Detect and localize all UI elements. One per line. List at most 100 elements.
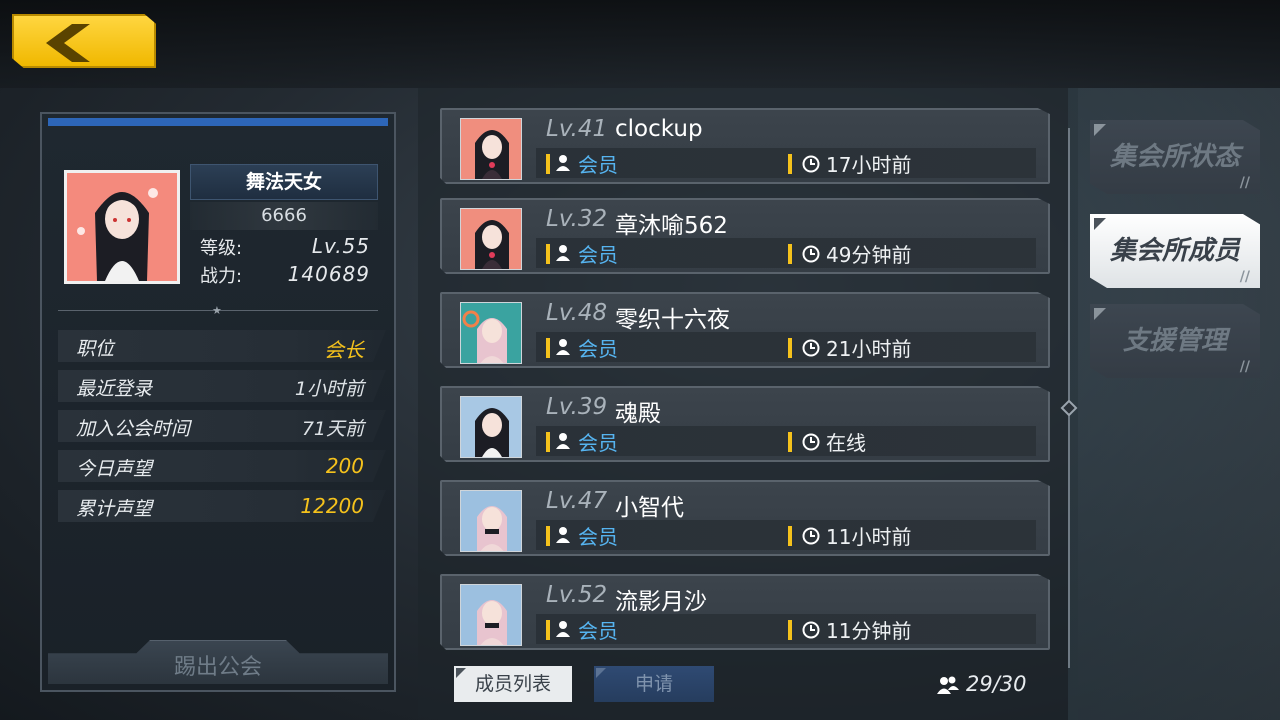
- person-icon: [556, 155, 570, 171]
- member-avatar: [460, 490, 522, 552]
- profile-id: 6666: [190, 202, 378, 230]
- person-icon: [556, 339, 570, 355]
- info-value: 会长: [324, 338, 364, 362]
- accent-bar: [788, 154, 792, 174]
- tab-label: 支援管理: [1122, 326, 1227, 356]
- member-status-bar: 会员 21小时前: [536, 332, 1036, 362]
- member-row[interactable]: Lv.52 流影月沙 会员 11分钟前: [440, 574, 1050, 650]
- accent-bar: [788, 526, 792, 546]
- member-last-seen: 17小时前: [826, 153, 912, 177]
- person-icon: [556, 621, 570, 637]
- tab-guild-status[interactable]: 集会所状态 //: [1090, 120, 1260, 194]
- member-last-seen: 在线: [826, 431, 866, 455]
- scrollbar-track[interactable]: [1068, 128, 1070, 668]
- info-row-join-time: 加入公会时间 71天前: [58, 410, 386, 442]
- member-row[interactable]: Lv.41 clockup 会员 17小时前: [440, 108, 1050, 184]
- member-profile-panel: 舞法天女 6666 等级: Lv.55 战力: 140689 ★ 职位 会长 最…: [40, 112, 396, 692]
- member-count: 29/30: [936, 672, 1027, 696]
- member-count-value: 29/30: [966, 672, 1027, 696]
- member-row[interactable]: Lv.39 魂殿 会员 在线: [440, 386, 1050, 462]
- clock-icon: [802, 245, 820, 263]
- member-level: Lv.47: [546, 488, 608, 514]
- tab-applications[interactable]: 申请: [594, 666, 714, 702]
- member-name: 流影月沙: [615, 589, 707, 615]
- member-level: Lv.39: [546, 394, 608, 420]
- info-label: 累计声望: [76, 498, 153, 520]
- person-icon: [556, 433, 570, 449]
- member-name: 零织十六夜: [615, 307, 730, 333]
- top-bar: [0, 0, 1280, 88]
- tab-guild-members[interactable]: 集会所成员 //: [1090, 214, 1260, 288]
- kick-from-guild-button[interactable]: 踢出公会: [48, 640, 388, 684]
- member-name: 小智代: [615, 495, 684, 521]
- accent-bar: [546, 432, 550, 452]
- tab-label: 集会所状态: [1109, 142, 1240, 172]
- info-row-position: 职位 会长: [58, 330, 386, 362]
- group-icon: [937, 676, 959, 694]
- tab-member-list[interactable]: 成员列表: [454, 666, 572, 702]
- accent-bar: [546, 244, 550, 264]
- chevron-left-icon: [46, 24, 90, 62]
- tab-label: 集会所成员: [1109, 236, 1240, 266]
- info-value: 200: [325, 454, 364, 478]
- member-avatar: [460, 118, 522, 180]
- member-status-bar: 会员 在线: [536, 426, 1036, 456]
- info-row-today-reputation: 今日声望 200: [58, 450, 386, 482]
- member-level: Lv.41: [546, 116, 608, 142]
- accent-bar: [546, 526, 550, 546]
- member-last-seen: 11分钟前: [826, 619, 912, 643]
- member-level: Lv.32: [546, 206, 608, 232]
- member-avatar: [460, 208, 522, 270]
- star-icon: ★: [212, 304, 222, 317]
- info-row-last-login: 最近登录 1小时前: [58, 370, 386, 402]
- info-row-total-reputation: 累计声望 12200: [58, 490, 386, 522]
- power-label: 战力:: [200, 266, 243, 287]
- member-last-seen: 49分钟前: [826, 243, 912, 267]
- power-value: 140689: [287, 262, 370, 286]
- tab-support-management[interactable]: 支援管理 //: [1090, 304, 1260, 378]
- corner-mark: [1094, 124, 1106, 136]
- member-row[interactable]: Lv.32 章沐喻562 会员 49分钟前: [440, 198, 1050, 274]
- member-avatar: [460, 584, 522, 646]
- accent-bar: [788, 338, 792, 358]
- member-name: 魂殿: [615, 401, 661, 427]
- member-name: 章沐喻562: [615, 213, 728, 239]
- profile-name: 舞法天女: [190, 164, 378, 200]
- info-value: 1小时前: [294, 378, 364, 400]
- member-role: 会员: [578, 337, 618, 361]
- member-status-bar: 会员 49分钟前: [536, 238, 1036, 268]
- member-status-bar: 会员 11分钟前: [536, 614, 1036, 644]
- back-button[interactable]: [12, 14, 156, 68]
- tab-label: 申请: [634, 673, 673, 695]
- accent-bar: [546, 620, 550, 640]
- member-role: 会员: [578, 619, 618, 643]
- member-status-bar: 会员 11小时前: [536, 520, 1036, 550]
- clock-icon: [802, 621, 820, 639]
- member-role: 会员: [578, 525, 618, 549]
- tab-label: 成员列表: [474, 673, 551, 695]
- info-value: 12200: [300, 494, 364, 518]
- member-role: 会员: [578, 243, 618, 267]
- level-label: 等级:: [200, 238, 243, 259]
- member-row[interactable]: Lv.48 零织十六夜 会员 21小时前: [440, 292, 1050, 368]
- corner-mark: [1094, 218, 1106, 230]
- member-last-seen: 11小时前: [826, 525, 912, 549]
- level-value: Lv.55: [311, 234, 370, 258]
- accent-bar: [788, 244, 792, 264]
- panel-header-bar: [48, 118, 388, 126]
- member-avatar: [460, 396, 522, 458]
- member-role: 会员: [578, 153, 618, 177]
- info-label: 今日声望: [76, 458, 153, 480]
- accent-bar: [788, 432, 792, 452]
- info-label: 最近登录: [76, 378, 153, 400]
- accent-bar: [546, 338, 550, 358]
- member-row[interactable]: Lv.47 小智代 会员 11小时前: [440, 480, 1050, 556]
- profile-avatar: [64, 170, 180, 284]
- stripes-icon: //: [1239, 269, 1250, 285]
- clock-icon: [802, 155, 820, 173]
- clock-icon: [802, 433, 820, 451]
- member-last-seen: 21小时前: [826, 337, 912, 361]
- member-level: Lv.52: [546, 582, 608, 608]
- stripes-icon: //: [1239, 359, 1250, 375]
- corner-mark: [456, 668, 466, 678]
